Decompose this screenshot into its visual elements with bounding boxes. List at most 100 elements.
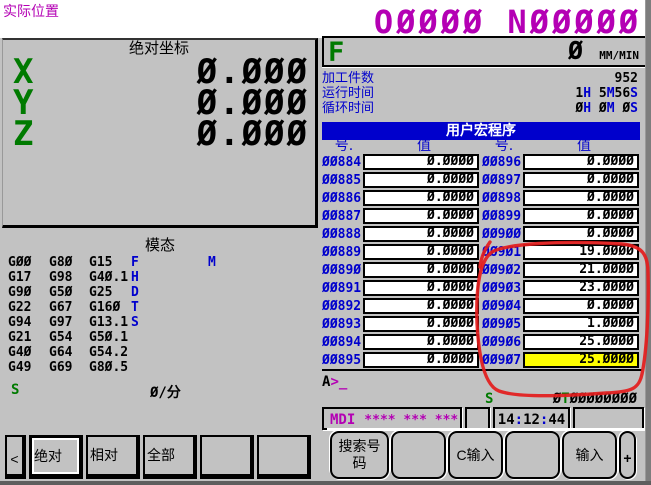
absolute-position-panel: 绝对坐标 X Ø.ØØØ Y Ø.ØØØ Z Ø.ØØØ bbox=[2, 38, 318, 228]
softkey-button[interactable] bbox=[505, 431, 560, 479]
macro-column-headers: 号. 值 号. 值 bbox=[322, 140, 640, 153]
macro-value-cell[interactable]: Ø.ØØØØ bbox=[523, 154, 639, 170]
modal-gcode-row: G21 G54 G5Ø.1 bbox=[2, 330, 318, 345]
macro-value-cell[interactable]: Ø.ØØØØ bbox=[363, 172, 479, 188]
prompt-caret: >_ bbox=[330, 374, 347, 390]
spindle-value: Ø/分 bbox=[150, 382, 181, 402]
softkey-label: 输入 bbox=[576, 447, 604, 463]
modal-gcode-row: GØØ G8Ø G15 F M bbox=[2, 255, 318, 270]
macro-value-cell[interactable]: Ø.ØØØØ bbox=[523, 298, 639, 314]
softkey-button[interactable]: 绝对 bbox=[29, 435, 83, 479]
spindle-status-value: Ø bbox=[553, 391, 561, 407]
modal-gcode-rows: GØØ G8Ø G15 F M G17 G98 G4Ø.1 H G9Ø G5Ø … bbox=[2, 255, 318, 375]
modal-address-letter: D bbox=[131, 285, 139, 300]
feedrate-unit: MM/MIN bbox=[599, 49, 639, 62]
macro-value-cell[interactable]: 1.ØØØØ bbox=[523, 316, 639, 332]
macro-table-row: ØØ892 Ø.ØØØØ ØØ9Ø4 Ø.ØØØØ bbox=[322, 297, 642, 315]
macro-value-cell[interactable]: Ø.ØØØØ bbox=[363, 262, 479, 278]
macro-value-cell[interactable]: 19.ØØØØ bbox=[523, 244, 639, 260]
spindle-status-label: S bbox=[485, 391, 493, 407]
softkey-button[interactable]: 输入 bbox=[562, 431, 617, 479]
window-frame-bottom bbox=[0, 481, 651, 485]
axis-value: Ø.ØØØ bbox=[57, 119, 309, 150]
modal-gcode-row: G9Ø G5Ø G25 D bbox=[2, 285, 318, 300]
modal-gcode-row: G49 G69 G8Ø.5 bbox=[2, 360, 318, 375]
macro-value-cell[interactable]: Ø.ØØØØ bbox=[523, 226, 639, 242]
status-bar: MDI**** *** *** 14:12:44 bbox=[322, 407, 644, 430]
stat-value: 1H 5M56S bbox=[374, 86, 638, 101]
stat-label: 运行时间 bbox=[322, 86, 374, 101]
macro-number: ØØ9Ø5 bbox=[482, 317, 523, 332]
gcode: G67 bbox=[49, 300, 72, 315]
modal-gcode-row: G22 G67 G16Ø T bbox=[2, 300, 318, 315]
softkey-button[interactable] bbox=[257, 435, 311, 479]
macro-number: ØØ9Ø3 bbox=[482, 281, 523, 296]
gcode: G8Ø bbox=[49, 255, 72, 270]
macro-value-cell[interactable]: Ø.ØØØØ bbox=[363, 190, 479, 206]
stat-row: 运行时间 1H 5M56S bbox=[322, 86, 638, 101]
macro-value-cell[interactable]: Ø.ØØØØ bbox=[363, 154, 479, 170]
macro-table-row: ØØ889 Ø.ØØØØ ØØ9Ø1 19.ØØØØ bbox=[322, 243, 642, 261]
softkey-button[interactable]: C输入 bbox=[448, 431, 503, 479]
macro-number: ØØ895 bbox=[322, 353, 363, 368]
col-header-value: 值 bbox=[366, 140, 482, 153]
macro-value-cell[interactable]: 23.ØØØØ bbox=[523, 280, 639, 296]
clock-box: 14:12:44 bbox=[493, 407, 570, 430]
modal-gcode-row: G94 G97 G13.1 S bbox=[2, 315, 318, 330]
macro-number: ØØ9ØØ bbox=[482, 227, 523, 242]
softkey-label: 搜索号码 bbox=[339, 438, 381, 471]
softkey-button[interactable] bbox=[391, 431, 446, 479]
macro-number: ØØ886 bbox=[322, 191, 363, 206]
macro-value-cell[interactable]: Ø.ØØØØ bbox=[363, 208, 479, 224]
softkey-button[interactable] bbox=[200, 435, 254, 479]
spindle-speed-row: S Ø/分 bbox=[2, 382, 318, 398]
macro-table-row: ØØ894 Ø.ØØØØ ØØ9Ø6 25.ØØØØ bbox=[322, 333, 642, 351]
softkey-more[interactable]: + bbox=[619, 431, 636, 479]
macro-value-cell[interactable]: 25.ØØØØ bbox=[523, 352, 639, 368]
axes-list: X Ø.ØØØ Y Ø.ØØØ Z Ø.ØØØ bbox=[3, 57, 315, 150]
gcode: G4Ø.1 bbox=[89, 270, 128, 285]
tool-status-label: T bbox=[561, 391, 569, 407]
feedrate-value: Ø bbox=[568, 36, 583, 65]
macro-value-cell[interactable]: Ø.ØØØØ bbox=[523, 172, 639, 188]
macro-number: ØØ9Ø2 bbox=[482, 263, 523, 278]
command-prompt[interactable]: A>_ bbox=[322, 369, 642, 389]
macro-number: ØØ889 bbox=[322, 245, 363, 260]
macro-number: ØØ9Ø4 bbox=[482, 299, 523, 314]
macro-value-cell[interactable]: Ø.ØØØØ bbox=[363, 244, 479, 260]
softkey-label: C输入 bbox=[456, 447, 494, 463]
macro-value-cell[interactable]: Ø.ØØØØ bbox=[363, 226, 479, 242]
gcode: G98 bbox=[49, 270, 72, 285]
macro-value-cell[interactable]: Ø.ØØØØ bbox=[523, 208, 639, 224]
col-header-number: 号. bbox=[322, 140, 366, 153]
macro-table-row: ØØ893 Ø.ØØØØ ØØ9Ø5 1.ØØØØ bbox=[322, 315, 642, 333]
gcode: G94 bbox=[8, 315, 31, 330]
macro-value-cell[interactable]: 25.ØØØØ bbox=[523, 334, 639, 350]
macro-value-cell[interactable]: Ø.ØØØØ bbox=[363, 280, 479, 296]
macro-value-cell[interactable]: 21.ØØØØ bbox=[523, 262, 639, 278]
macro-number: ØØ896 bbox=[482, 155, 523, 170]
macro-table-row: ØØ891 Ø.ØØØØ ØØ9Ø3 23.ØØØØ bbox=[322, 279, 642, 297]
softkey-label: < bbox=[10, 451, 18, 467]
gcode: G25 bbox=[89, 285, 112, 300]
softkey-button[interactable]: 相对 bbox=[86, 435, 140, 479]
window-frame-right bbox=[645, 0, 651, 485]
feedrate-label: F bbox=[328, 37, 344, 68]
gcode: G5Ø bbox=[49, 285, 72, 300]
macro-value-cell[interactable]: Ø.ØØØØ bbox=[363, 334, 479, 350]
macro-value-cell[interactable]: Ø.ØØØØ bbox=[363, 316, 479, 332]
gcode: G15 bbox=[89, 255, 112, 270]
axis-row: Z Ø.ØØØ bbox=[3, 119, 315, 150]
gcode: G64 bbox=[49, 345, 72, 360]
macro-value-cell[interactable]: Ø.ØØØØ bbox=[523, 190, 639, 206]
stat-label: 加工件数 bbox=[322, 71, 374, 86]
spindle-label: S bbox=[11, 382, 19, 398]
status-box-empty bbox=[573, 407, 644, 430]
gcode: G97 bbox=[49, 315, 72, 330]
softkey-button[interactable]: 搜索号码 bbox=[330, 431, 389, 479]
macro-number: ØØ9Ø6 bbox=[482, 335, 523, 350]
macro-value-cell[interactable]: Ø.ØØØØ bbox=[363, 298, 479, 314]
macro-value-cell[interactable]: Ø.ØØØØ bbox=[363, 352, 479, 368]
softkey-button[interactable]: 全部 bbox=[143, 435, 197, 479]
softkey-back[interactable]: < bbox=[5, 435, 26, 479]
